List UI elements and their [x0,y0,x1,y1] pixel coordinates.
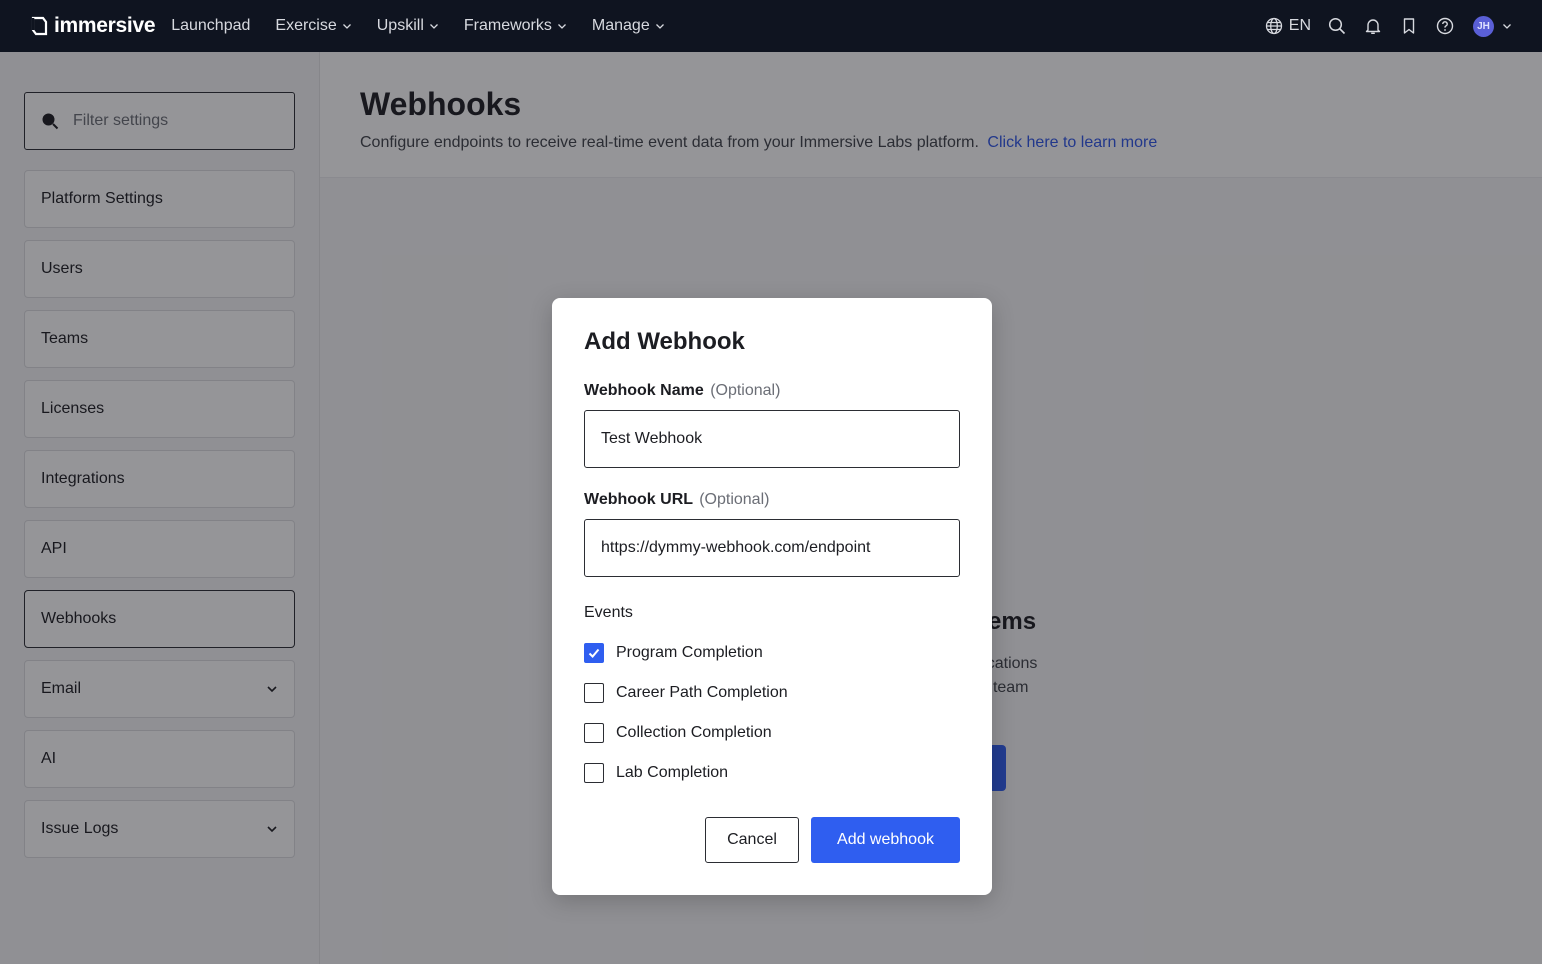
globe-icon [1265,17,1282,35]
language-code: EN [1288,17,1311,34]
checkbox-unchecked[interactable] [584,683,604,703]
top-navigation-bar: immersive Launchpad Exercise Upskill Fra… [0,0,1542,52]
nav-upskill-label: Upskill [376,17,424,34]
nav-manage[interactable]: Manage [592,17,665,35]
checkbox-unchecked[interactable] [584,763,604,783]
cancel-button[interactable]: Cancel [705,817,799,863]
brand-name: immersive [54,14,156,37]
search-button[interactable] [1327,16,1347,36]
add-webhook-button[interactable]: Add webhook [811,817,960,863]
event-collection-completion[interactable]: Collection Completion [584,723,772,743]
chevron-down-icon [429,24,438,29]
nav-upskill[interactable]: Upskill [377,17,439,35]
events-label: Events [584,604,633,621]
event-label: Collection Completion [616,724,772,741]
webhook-name-input[interactable] [601,430,959,448]
brand-logo[interactable]: immersive [30,14,156,38]
chevron-down-icon [342,24,351,29]
nav-frameworks[interactable]: Frameworks [464,17,567,35]
checkmark-icon [588,648,600,658]
nav-utilities: EN JH [1265,0,1512,52]
dialog-title: Add Webhook [584,328,745,355]
chevron-down-icon[interactable] [1502,21,1512,31]
search-icon [1328,17,1346,35]
optional-hint: (Optional) [710,382,781,399]
webhook-name-field[interactable] [584,410,960,468]
immersive-logo-mark-icon [31,16,48,36]
webhook-name-label-text: Webhook Name [584,382,704,399]
event-career-path-completion[interactable]: Career Path Completion [584,683,788,703]
help-icon [1436,17,1454,35]
optional-hint: (Optional) [699,491,770,508]
notifications-button[interactable] [1363,16,1383,36]
webhook-name-label: Webhook Name (Optional) [584,382,780,400]
language-selector[interactable]: EN [1265,17,1311,35]
nav-launchpad-label: Launchpad [171,17,251,34]
nav-exercise[interactable]: Exercise [275,17,351,35]
nav-exercise-label: Exercise [275,17,337,34]
event-label: Program Completion [616,644,763,661]
user-avatar[interactable]: JH [1473,15,1494,37]
event-lab-completion[interactable]: Lab Completion [584,763,728,783]
main-nav: Launchpad Exercise Upskill Frameworks Ma… [171,17,690,35]
event-label: Lab Completion [616,764,729,781]
help-button[interactable] [1435,16,1455,36]
add-webhook-dialog: Add Webhook Webhook Name (Optional) Webh… [552,298,992,895]
chevron-down-icon [655,24,664,29]
nav-manage-label: Manage [591,17,650,34]
bookmarks-button[interactable] [1399,16,1419,36]
checkbox-checked[interactable] [584,643,604,663]
event-program-completion[interactable]: Program Completion [584,643,763,663]
nav-launchpad[interactable]: Launchpad [171,17,250,35]
webhook-url-field[interactable] [584,519,960,577]
bell-icon [1365,19,1381,34]
bookmark-icon [1403,18,1415,34]
webhook-url-label-text: Webhook URL [584,491,693,508]
chevron-down-icon [557,24,566,29]
webhook-url-input[interactable] [601,539,959,557]
webhook-url-label: Webhook URL (Optional) [584,491,769,509]
nav-frameworks-label: Frameworks [463,17,552,34]
event-label: Career Path Completion [616,684,788,701]
checkbox-unchecked[interactable] [584,723,604,743]
